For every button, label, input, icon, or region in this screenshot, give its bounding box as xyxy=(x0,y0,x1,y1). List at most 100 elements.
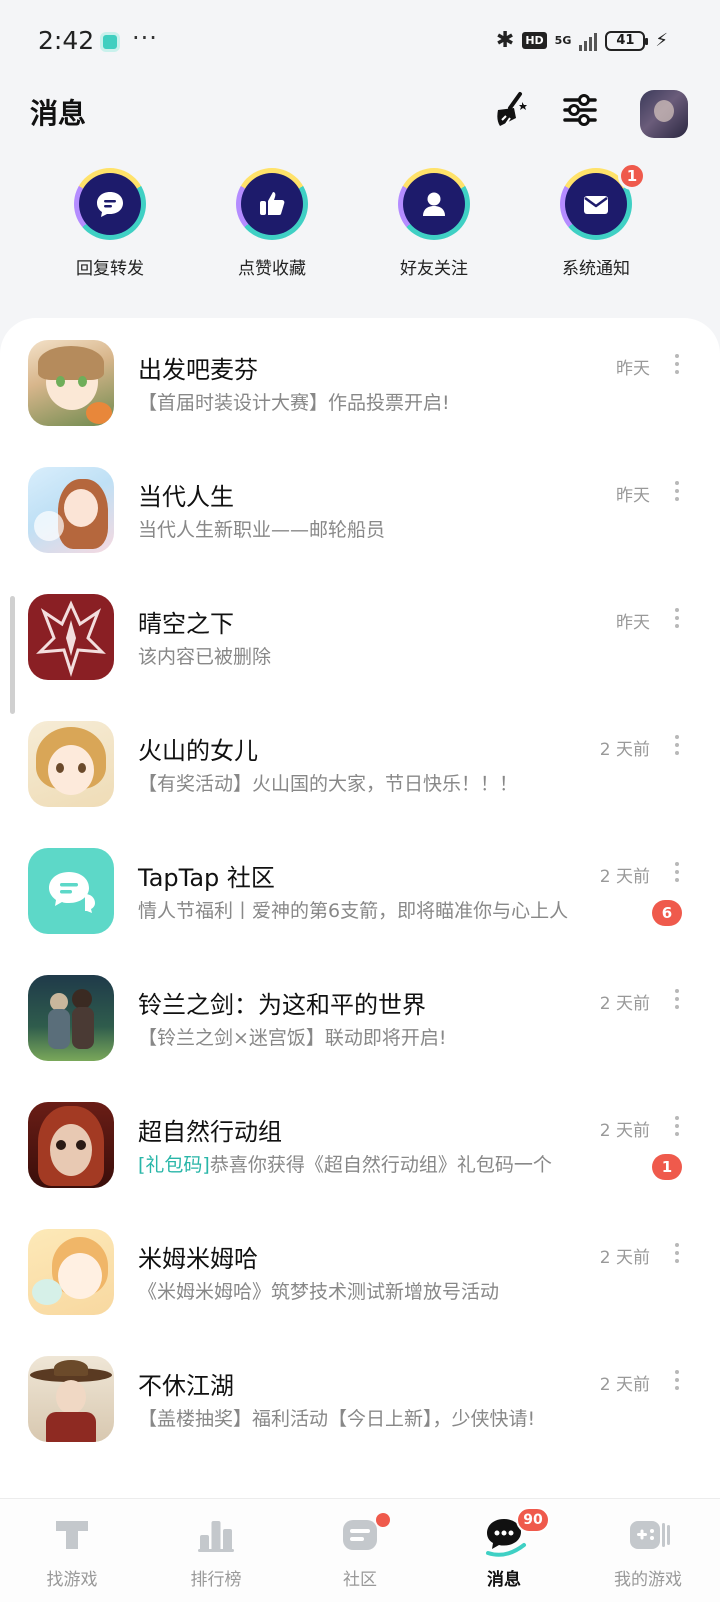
message-title: 不休江湖 xyxy=(138,1372,234,1400)
nav-label: 排行榜 xyxy=(190,1570,242,1590)
quick-label: 系统通知 xyxy=(562,259,630,279)
nav-tab-community[interactable]: 社区 xyxy=(288,1499,432,1602)
user-avatar[interactable] xyxy=(640,90,688,138)
message-title: 铃兰之剑：为这和平的世界 xyxy=(138,991,426,1019)
message-row[interactable]: TapTap 社区 情人节福利丨爱神的第6支箭，即将瞄准你与心上人 2 天前 6 xyxy=(0,826,720,953)
more-notifications-icon: ··· xyxy=(132,24,158,52)
ranking-icon xyxy=(196,1515,236,1555)
message-title: 超自然行动组 xyxy=(138,1118,282,1146)
bottom-nav: 找游戏 排行榜 社区 90 消息 我的游戏 xyxy=(0,1498,720,1602)
message-time: 昨天 xyxy=(616,359,650,379)
message-time: 昨天 xyxy=(616,613,650,633)
game-icon-dangdairensheng xyxy=(28,467,114,553)
settings-sliders-icon[interactable] xyxy=(558,88,602,132)
message-time: 2 天前 xyxy=(599,1375,650,1395)
more-options-icon[interactable] xyxy=(674,1370,680,1390)
message-preview: 【铃兰之剑×迷宫饭】联动即将开启! xyxy=(138,1027,447,1049)
message-preview: 当代人生新职业——邮轮船员 xyxy=(138,519,386,541)
message-preview: 【盖楼抽奖】福利活动【今日上新】，少侠快请! xyxy=(138,1408,536,1430)
game-icon-linglanzhijian xyxy=(28,975,114,1061)
nav-tab-messages[interactable]: 90 消息 xyxy=(432,1499,576,1602)
taptap-community-icon xyxy=(28,848,114,934)
gift-code-tag: [礼包码] xyxy=(138,1154,210,1176)
message-title: 当代人生 xyxy=(138,483,234,511)
message-preview: 【有奖活动】火山国的大家，节日快乐！！！ xyxy=(138,773,519,795)
chat-bubble-icon xyxy=(79,173,141,235)
more-options-icon[interactable] xyxy=(674,608,680,628)
message-preview-text: 恭喜你获得《超自然行动组》礼包码一个 xyxy=(209,1154,552,1176)
message-row[interactable]: 米姆米姆哈 《米姆米姆哈》筑梦技术测试新增放号活动 2 天前 xyxy=(0,1207,720,1334)
clear-all-broom-icon[interactable] xyxy=(488,88,532,132)
message-row[interactable]: 火山的女儿 【有奖活动】火山国的大家，节日快乐！！！ 2 天前 xyxy=(0,699,720,826)
quick-friends-follow[interactable]: 好友关注 xyxy=(364,168,504,279)
quick-label: 回复转发 xyxy=(76,259,144,279)
message-row[interactable]: 出发吧麦芬 【首届时装设计大赛】作品投票开启! 昨天 xyxy=(0,318,720,445)
thumbs-up-icon xyxy=(241,173,303,235)
status-time: 2:42 xyxy=(38,26,95,55)
message-time: 昨天 xyxy=(616,486,650,506)
game-icon-huoshandenver xyxy=(28,721,114,807)
message-list: 出发吧麦芬 【首届时装设计大赛】作品投票开启! 昨天 当代人生 当代人生新职业—… xyxy=(0,318,720,1498)
envelope-icon xyxy=(565,173,627,235)
person-icon xyxy=(403,173,465,235)
nav-label: 我的游戏 xyxy=(614,1570,682,1590)
quick-label: 好友关注 xyxy=(400,259,468,279)
more-options-icon[interactable] xyxy=(674,735,680,755)
community-new-dot xyxy=(376,1513,390,1527)
nav-label: 消息 xyxy=(487,1570,521,1590)
message-row[interactable]: 当代人生 当代人生新职业——邮轮船员 昨天 xyxy=(0,445,720,572)
game-icon-buxiujianghu xyxy=(28,1356,114,1442)
game-icon-qingkongzhixia xyxy=(28,594,114,680)
message-row[interactable]: 晴空之下 该内容已被删除 昨天 xyxy=(0,572,720,699)
message-time: 2 天前 xyxy=(599,1121,650,1141)
battery-icon: 41 xyxy=(605,30,649,51)
message-title: TapTap 社区 xyxy=(138,864,275,892)
message-title: 晴空之下 xyxy=(138,610,234,638)
unread-badge: 1 xyxy=(652,1154,682,1180)
message-title: 米姆米姆哈 xyxy=(138,1245,258,1273)
more-options-icon[interactable] xyxy=(674,1243,680,1263)
notification-badge: 1 xyxy=(618,162,646,190)
nav-tab-my-games[interactable]: 我的游戏 xyxy=(576,1499,720,1602)
taptap-notification-icon xyxy=(100,32,120,52)
message-title: 出发吧麦芬 xyxy=(138,356,258,384)
game-icon-mimumimuha xyxy=(28,1229,114,1315)
quick-system-notice[interactable]: 1 系统通知 xyxy=(526,162,666,279)
my-games-icon xyxy=(628,1515,670,1555)
more-options-icon[interactable] xyxy=(674,354,680,374)
more-options-icon[interactable] xyxy=(674,1116,680,1136)
bluetooth-icon: ✱ xyxy=(495,28,515,53)
message-time: 2 天前 xyxy=(599,740,650,760)
nav-label: 社区 xyxy=(343,1570,377,1590)
message-time: 2 天前 xyxy=(599,994,650,1014)
message-preview: 【首届时装设计大赛】作品投票开启! xyxy=(138,392,450,414)
more-options-icon[interactable] xyxy=(674,481,680,501)
quick-reply-forward[interactable]: 回复转发 xyxy=(40,168,180,279)
community-icon xyxy=(340,1515,380,1555)
signal-icon xyxy=(579,31,598,51)
nav-tab-find-games[interactable]: 找游戏 xyxy=(0,1499,144,1602)
page-title: 消息 xyxy=(30,97,87,130)
quick-actions: 回复转发 点赞收藏 好友关注 1 系统通知 xyxy=(0,162,720,288)
message-preview: [礼包码]恭喜你获得《超自然行动组》礼包码一个 xyxy=(138,1150,618,1177)
discover-icon xyxy=(52,1515,92,1555)
network-type: 5G xyxy=(554,34,572,47)
messages-count-badge: 90 xyxy=(516,1507,550,1533)
nav-tab-ranking[interactable]: 排行榜 xyxy=(144,1499,288,1602)
message-time: 2 天前 xyxy=(599,1248,650,1268)
message-preview: 情人节福利丨爱神的第6支箭，即将瞄准你与心上人 xyxy=(138,900,569,922)
message-row[interactable]: 铃兰之剑：为这和平的世界 【铃兰之剑×迷宫饭】联动即将开启! 2 天前 xyxy=(0,953,720,1080)
message-row[interactable]: 超自然行动组 [礼包码]恭喜你获得《超自然行动组》礼包码一个 2 天前 1 xyxy=(0,1080,720,1207)
message-row[interactable]: 不休江湖 【盖楼抽奖】福利活动【今日上新】，少侠快请! 2 天前 xyxy=(0,1334,720,1461)
nav-label: 找游戏 xyxy=(46,1570,98,1590)
more-options-icon[interactable] xyxy=(674,989,680,1009)
hd-icon: HD xyxy=(522,32,547,49)
charging-icon: ⚡ xyxy=(655,30,668,51)
more-options-icon[interactable] xyxy=(674,862,680,882)
message-title: 火山的女儿 xyxy=(138,737,258,765)
message-preview: 《米姆米姆哈》筑梦技术测试新增放号活动 xyxy=(138,1281,500,1303)
game-icon-chaoziranxingdongzu xyxy=(28,1102,114,1188)
message-time: 2 天前 xyxy=(599,867,650,887)
quick-likes-favorites[interactable]: 点赞收藏 xyxy=(202,168,342,279)
message-preview: 该内容已被删除 xyxy=(138,646,272,668)
